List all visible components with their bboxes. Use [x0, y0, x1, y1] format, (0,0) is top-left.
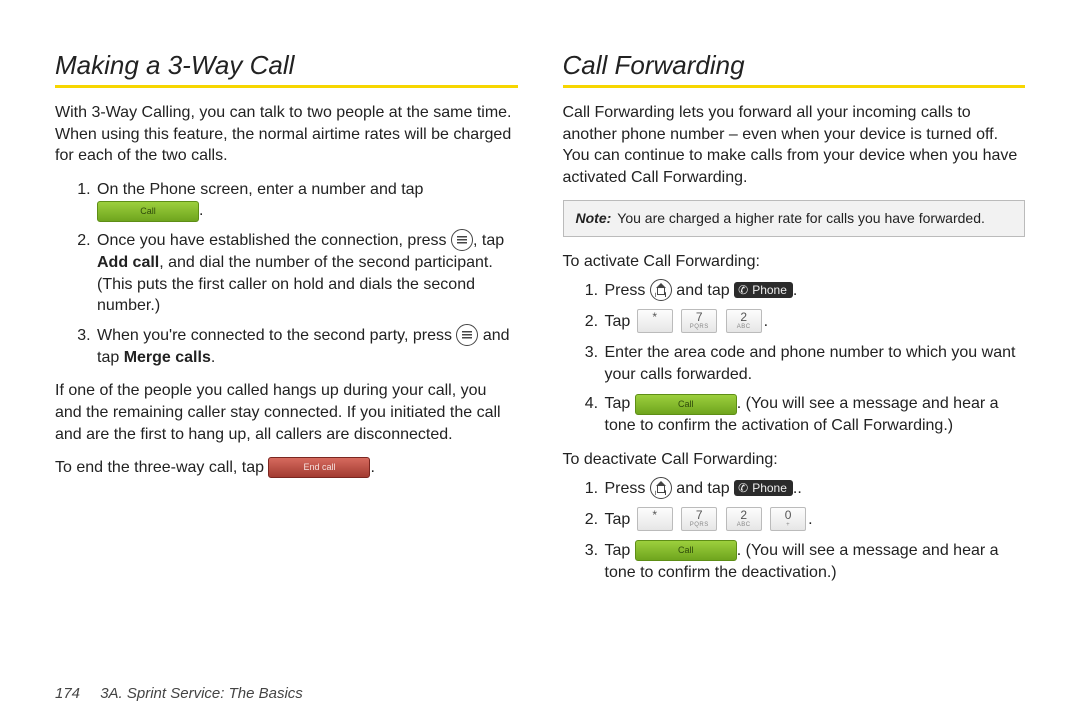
activate-steps: Press and tap ✆Phone. Tap * 7PQRS 2ABC. …: [563, 280, 1026, 436]
note-text: You are charged a higher rate for calls …: [617, 209, 985, 227]
step-3: When you're connected to the second part…: [95, 325, 518, 369]
page-footer: 174 3A. Sprint Service: The Basics: [55, 685, 303, 702]
dialkey-2: 2ABC: [726, 507, 762, 531]
after-text: If one of the people you called hangs up…: [55, 380, 518, 445]
page-number: 174: [55, 685, 80, 702]
act-step-2: Tap * 7PQRS 2ABC.: [603, 310, 1026, 334]
phone-icon: ✆: [738, 482, 748, 494]
deact-step-1: Press and tap ✆Phone..: [603, 478, 1026, 500]
intro-forwarding: Call Forwarding lets you forward all you…: [563, 102, 1026, 188]
phone-app-icon: ✆Phone: [734, 282, 793, 298]
yellow-rule: [563, 85, 1026, 88]
deactivate-steps: Press and tap ✆Phone.. Tap * 7PQRS 2ABC …: [563, 478, 1026, 583]
home-key-icon: [650, 279, 672, 301]
act-step-1: Press and tap ✆Phone.: [603, 280, 1026, 302]
dialkey-7: 7PQRS: [681, 507, 717, 531]
step-1: On the Phone screen, enter a number and …: [95, 179, 518, 222]
heading-forwarding: Call Forwarding: [563, 50, 1026, 81]
note-box: Note: You are charged a higher rate for …: [563, 200, 1026, 236]
steps-3way: On the Phone screen, enter a number and …: [55, 179, 518, 369]
left-column: Making a 3-Way Call With 3-Way Calling, …: [55, 50, 518, 680]
phone-icon: ✆: [738, 284, 748, 296]
section-title: 3A. Sprint Service: The Basics: [100, 685, 303, 702]
deact-step-3: Tap Call. (You will see a message and he…: [603, 540, 1026, 583]
deact-step-2: Tap * 7PQRS 2ABC 0+.: [603, 508, 1026, 532]
right-column: Call Forwarding Call Forwarding lets you…: [563, 50, 1026, 680]
act-step-3: Enter the area code and phone number to …: [603, 342, 1026, 385]
phone-app-icon: ✆Phone: [734, 480, 793, 496]
dialkey-0: 0+: [770, 507, 806, 531]
end-call-line: To end the three-way call, tap End call.: [55, 457, 518, 479]
home-key-icon: [650, 477, 672, 499]
menu-key-icon: [456, 324, 478, 346]
deactivate-head: To deactivate Call Forwarding:: [563, 449, 1026, 471]
dialkey-star: *: [637, 507, 673, 531]
yellow-rule: [55, 85, 518, 88]
activate-head: To activate Call Forwarding:: [563, 251, 1026, 273]
intro-3way: With 3-Way Calling, you can talk to two …: [55, 102, 518, 167]
step-2: Once you have established the connection…: [95, 230, 518, 317]
note-label: Note:: [576, 209, 612, 227]
dialkey-2: 2ABC: [726, 309, 762, 333]
menu-key-icon: [451, 229, 473, 251]
dialkey-star: *: [637, 309, 673, 333]
heading-3way: Making a 3-Way Call: [55, 50, 518, 81]
end-call-button-icon: End call: [268, 457, 370, 478]
call-button-icon: Call: [97, 201, 199, 222]
call-button-icon: Call: [635, 394, 737, 415]
call-button-icon: Call: [635, 540, 737, 561]
dialkey-7: 7PQRS: [681, 309, 717, 333]
act-step-4: Tap Call. (You will see a message and he…: [603, 393, 1026, 436]
